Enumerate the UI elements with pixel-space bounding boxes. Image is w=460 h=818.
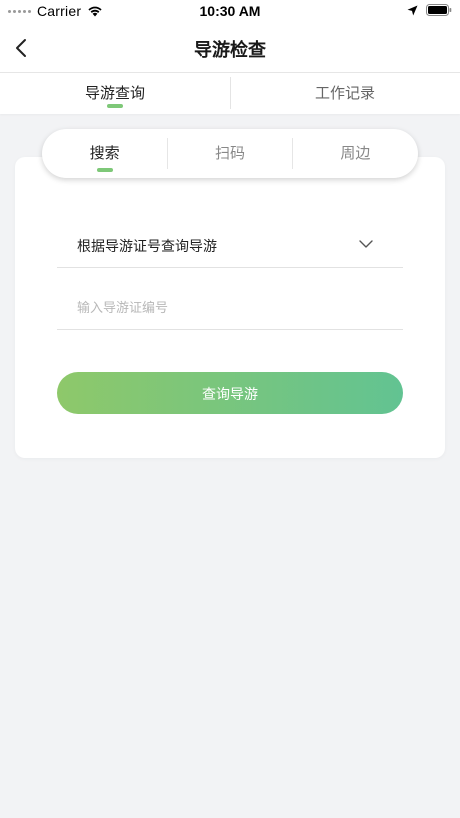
sub-tab-label: 扫码 [214, 144, 245, 162]
main-tab-bar: 导游查询 工作记录 [0, 73, 460, 114]
page-title: 导游检查 [194, 40, 266, 61]
navigation-bar: 导游检查 [0, 24, 460, 73]
query-type-select[interactable]: 根据导游证号查询导游 [57, 226, 403, 268]
active-tab-indicator [107, 104, 123, 108]
tab-work-records[interactable]: 工作记录 [230, 73, 460, 114]
tab-label: 工作记录 [314, 84, 375, 102]
status-time: 10:30 AM [199, 3, 261, 19]
select-value: 根据导游证号查询导游 [77, 239, 217, 255]
sub-tab-bar: 搜索 扫码 周边 [42, 129, 418, 178]
tab-label: 导游查询 [84, 84, 145, 102]
sub-tab-nearby[interactable]: 周边 [293, 129, 418, 178]
location-arrow-icon [407, 5, 418, 15]
chevron-down-icon [359, 240, 373, 248]
tab-guide-query[interactable]: 导游查询 [0, 73, 230, 114]
sub-tab-search[interactable]: 搜索 [42, 129, 167, 178]
sub-tab-label: 周边 [340, 144, 371, 162]
guide-number-input[interactable] [77, 297, 377, 319]
sub-tab-label: 搜索 [89, 144, 120, 162]
sub-tab-scan[interactable]: 扫码 [167, 129, 292, 178]
battery-icon [426, 4, 452, 16]
guide-number-field [57, 287, 403, 330]
query-guide-button[interactable]: 查询导游 [57, 372, 403, 414]
status-right [407, 4, 452, 16]
status-bar: Carrier 10:30 AM [0, 0, 460, 24]
active-sub-tab-indicator [96, 168, 113, 172]
